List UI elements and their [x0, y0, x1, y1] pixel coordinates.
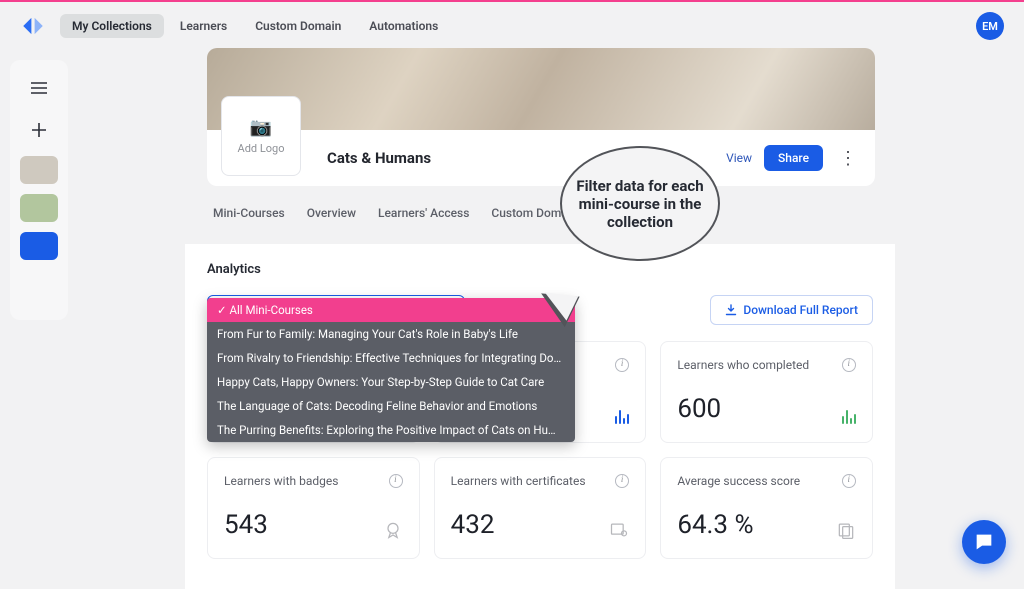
dropdown-option-2[interactable]: From Rivalry to Friendship: Effective Te…: [207, 346, 575, 370]
stat-label: Learners with badges: [224, 474, 338, 488]
nav-tab-my-collections[interactable]: My Collections: [60, 14, 164, 38]
top-nav: My Collections Learners Custom Domain Au…: [0, 2, 1024, 50]
subtab-mini-courses[interactable]: Mini-Courses: [213, 206, 285, 220]
stat-card-completed: Learners who completed 600: [660, 341, 873, 443]
user-avatar[interactable]: EM: [976, 12, 1004, 40]
nav-tab-learners[interactable]: Learners: [168, 14, 239, 38]
badge-icon: [383, 520, 403, 540]
nav-tab-custom-domain[interactable]: Custom Domain: [243, 14, 353, 38]
download-report-button[interactable]: Download Full Report: [710, 295, 873, 325]
share-button[interactable]: Share: [764, 145, 823, 171]
info-icon[interactable]: [615, 358, 629, 372]
score-icon: [836, 520, 856, 540]
download-icon: [725, 304, 737, 316]
subtab-learners-access[interactable]: Learners' Access: [378, 206, 469, 220]
collection-hero-image: [207, 48, 875, 130]
collection-thumb-1[interactable]: [20, 156, 58, 184]
dropdown-option-all[interactable]: All Mini-Courses: [207, 298, 575, 322]
hint-tooltip: Filter data for each mini-course in the …: [560, 146, 720, 261]
download-report-label: Download Full Report: [743, 303, 858, 317]
stat-value: 432: [451, 510, 495, 540]
stat-label: Average success score: [677, 474, 800, 488]
info-icon[interactable]: [842, 474, 856, 488]
collection-thumb-2[interactable]: [20, 194, 58, 222]
stat-card-badges: Learners with badges 543: [207, 457, 420, 559]
collection-main: 📷 Add Logo Cats & Humans View Share ⋮ Mi…: [207, 48, 875, 228]
view-link[interactable]: View: [726, 151, 752, 165]
chat-fab[interactable]: [962, 520, 1006, 564]
certificate-icon: [609, 520, 629, 540]
bars-icon: [615, 408, 629, 424]
stat-value: 543: [224, 510, 268, 540]
mini-course-dropdown[interactable]: All Mini-Courses From Fur to Family: Man…: [207, 298, 575, 442]
dropdown-option-3[interactable]: Happy Cats, Happy Owners: Your Step-by-S…: [207, 370, 575, 394]
add-collection-button[interactable]: [23, 114, 55, 146]
info-icon[interactable]: [389, 474, 403, 488]
collection-title: Cats & Humans: [327, 149, 431, 167]
bars-icon: [842, 408, 856, 424]
collection-thumb-3[interactable]: [20, 232, 58, 260]
collection-sidebar: [10, 60, 68, 320]
dropdown-option-1[interactable]: From Fur to Family: Managing Your Cat's …: [207, 322, 575, 346]
hamburger-menu-icon[interactable]: [23, 72, 55, 104]
analytics-title: Analytics: [207, 262, 873, 277]
add-logo-button[interactable]: 📷 Add Logo: [221, 96, 301, 176]
add-logo-label: Add Logo: [238, 142, 285, 155]
dropdown-option-4[interactable]: The Language of Cats: Decoding Feline Be…: [207, 394, 575, 418]
nav-tab-automations[interactable]: Automations: [357, 14, 450, 38]
stat-value: 600: [677, 394, 721, 424]
chat-icon: [973, 531, 995, 553]
stat-card-avg-score: Average success score 64.3 %: [660, 457, 873, 559]
info-icon[interactable]: [842, 358, 856, 372]
stat-value: 64.3 %: [677, 510, 753, 540]
more-menu-icon[interactable]: ⋮: [835, 148, 861, 169]
subtab-overview[interactable]: Overview: [307, 206, 356, 220]
collection-header: 📷 Add Logo Cats & Humans View Share ⋮: [207, 130, 875, 186]
hint-tooltip-text: Filter data for each mini-course in the …: [560, 146, 720, 261]
stat-label: Learners who completed: [677, 358, 809, 372]
dropdown-option-5[interactable]: The Purring Benefits: Exploring the Posi…: [207, 418, 575, 442]
collection-subtabs: Mini-Courses Overview Learners' Access C…: [207, 186, 875, 228]
camera-icon: 📷: [250, 117, 272, 138]
stat-card-certificates: Learners with certificates 432: [434, 457, 647, 559]
stat-label: Learners with certificates: [451, 474, 586, 488]
info-icon[interactable]: [615, 474, 629, 488]
logo-icon: [20, 13, 46, 39]
